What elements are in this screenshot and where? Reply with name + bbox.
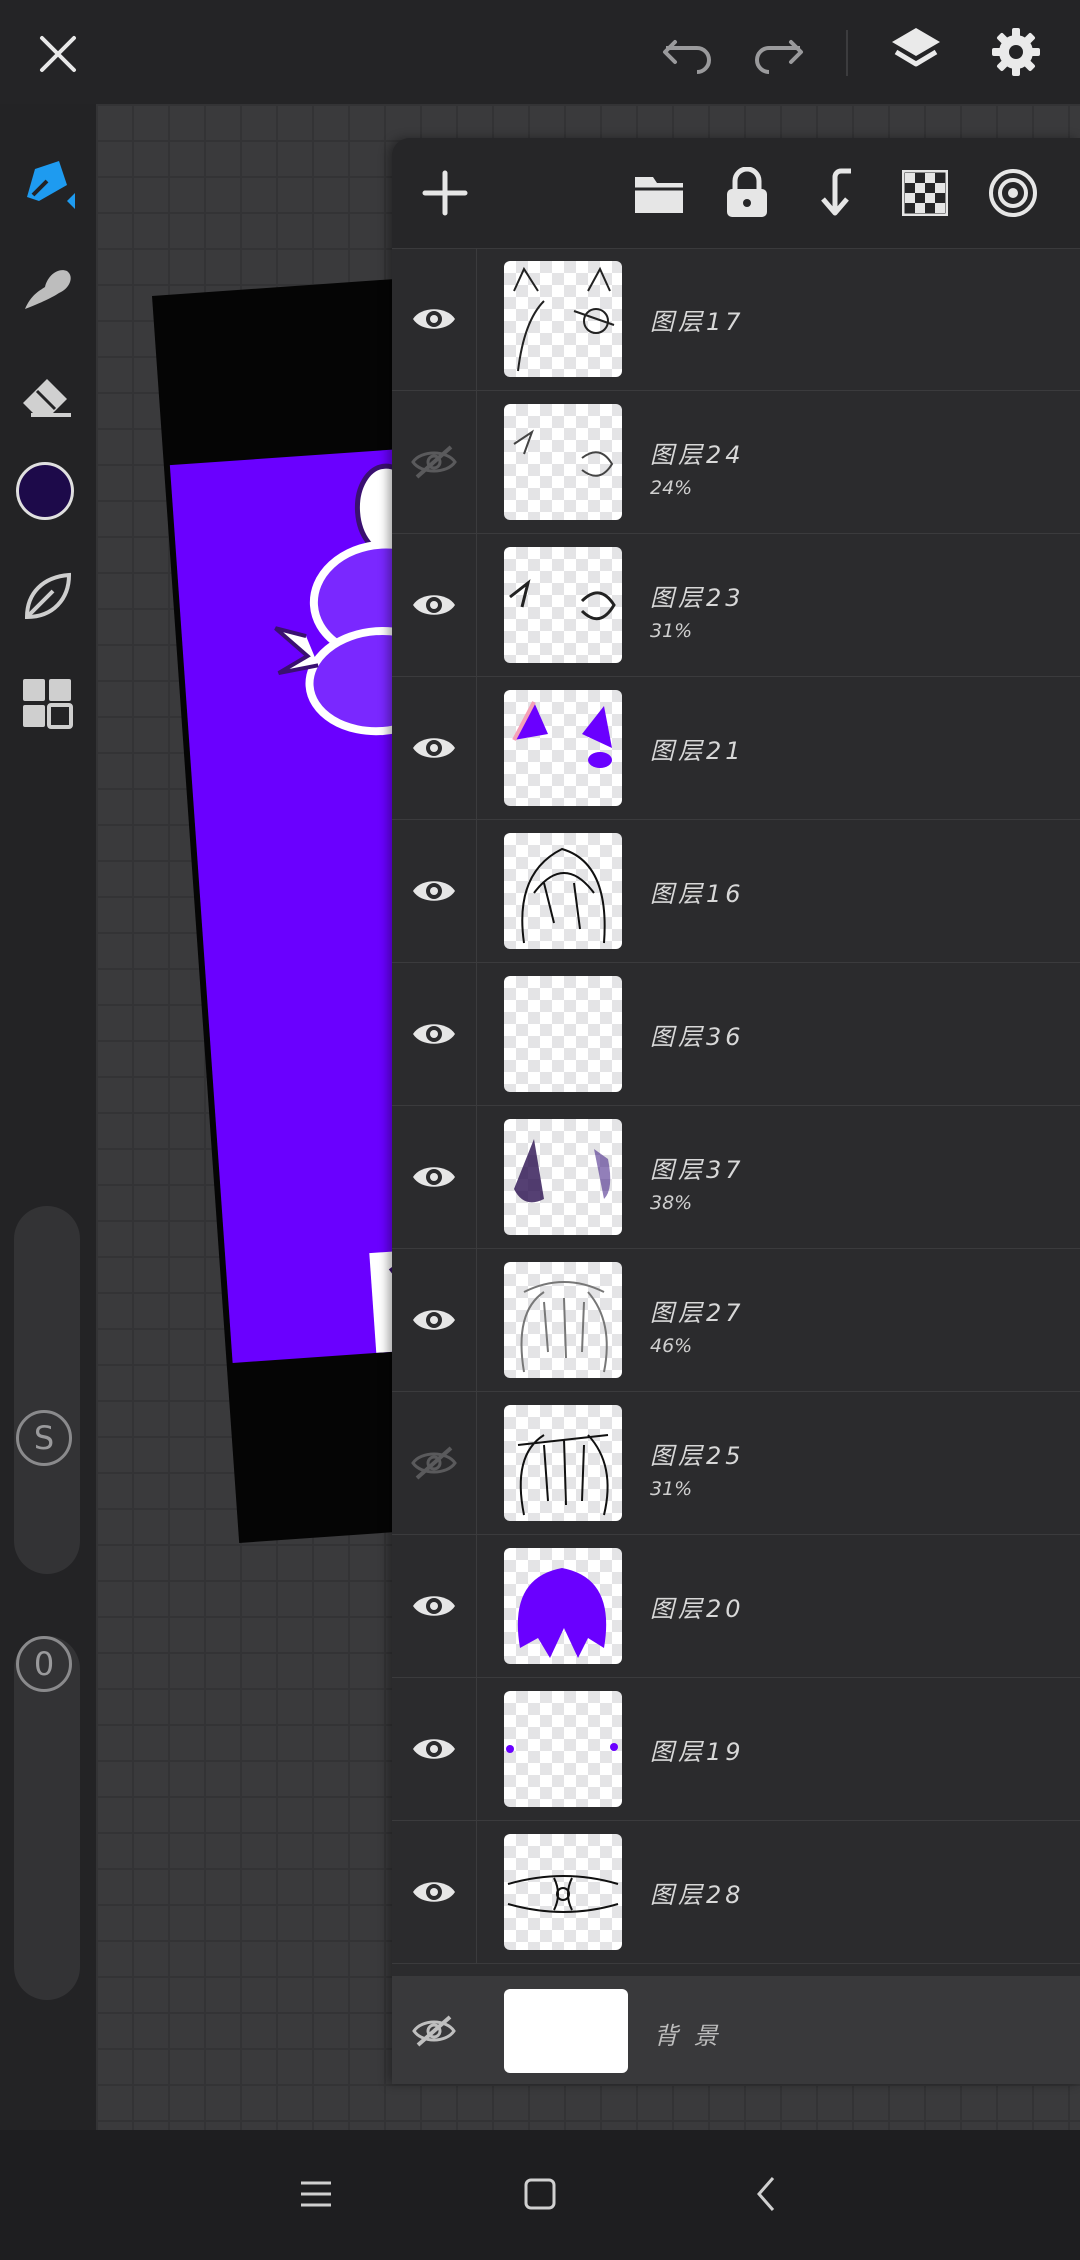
layer-name: 图层19 [650, 1738, 745, 1766]
layer-thumbnail [504, 404, 622, 520]
layer-name: 图层23 [650, 584, 745, 612]
layer-name: 图层17 [650, 308, 745, 336]
layers-panel: 图层17 图层24 24% 图层23 31% 图层21 图层16 图层36 图层37 38% 图层2… [392, 138, 1080, 2084]
color-swatch[interactable] [16, 462, 74, 520]
eraser-icon[interactable] [14, 360, 80, 426]
layer-thumbnail [504, 261, 622, 377]
layer-name: 图层16 [650, 880, 745, 908]
blend-target-icon[interactable] [980, 160, 1046, 226]
layer-row[interactable]: 图层27 46% [392, 1249, 1080, 1392]
layer-thumbnail [504, 976, 622, 1092]
layer-thumbnail [504, 1405, 622, 1521]
layer-row[interactable]: 图层16 [392, 820, 1080, 963]
recent-apps-icon[interactable] [286, 2168, 346, 2220]
layer-name: 图层36 [650, 1023, 745, 1051]
visibility-eye-icon[interactable] [392, 1821, 477, 1963]
settings-gear-icon[interactable] [984, 22, 1048, 82]
layer-row[interactable]: 图层36 [392, 963, 1080, 1106]
layer-name: 图层28 [650, 1881, 745, 1909]
layer-name: 图层25 [650, 1442, 745, 1470]
back-icon[interactable] [736, 2168, 796, 2220]
layer-name: 图层24 [650, 441, 745, 469]
layer-row[interactable]: 图层28 [392, 1821, 1080, 1964]
system-nav-bar [0, 2130, 1080, 2260]
redo-icon[interactable] [746, 26, 810, 82]
visibility-eye-icon[interactable] [392, 1535, 477, 1677]
layer-row[interactable]: 图层37 38% [392, 1106, 1080, 1249]
toolbar-divider [846, 30, 848, 76]
brush-pen-icon[interactable] [14, 148, 80, 214]
visibility-eye-icon[interactable] [392, 1249, 477, 1391]
background-layer-name: 背 景 [654, 2022, 722, 2050]
leaf-stroke-icon[interactable] [14, 564, 80, 630]
merge-down-icon[interactable] [804, 160, 870, 226]
hidden-eye-icon[interactable] [392, 391, 477, 533]
visibility-eye-icon[interactable] [392, 963, 477, 1105]
visibility-eye-icon[interactable] [392, 248, 477, 390]
layers-panel-toolbar [392, 138, 1080, 249]
grid-menu-icon[interactable] [14, 670, 80, 736]
folder-icon[interactable] [626, 160, 692, 226]
layer-row[interactable]: 图层24 24% [392, 391, 1080, 534]
lock-icon[interactable] [714, 160, 780, 226]
close-icon[interactable] [28, 28, 88, 80]
layer-thumbnail [504, 833, 622, 949]
smudge-icon[interactable] [14, 254, 80, 320]
layer-opacity: 46% [650, 1335, 693, 1357]
hidden-eye-icon[interactable] [392, 1392, 477, 1534]
layer-opacity: 31% [650, 1478, 693, 1500]
layer-row[interactable]: 图层23 31% [392, 534, 1080, 677]
brush-size-label: S [16, 1410, 72, 1466]
layer-name: 图层21 [650, 737, 745, 765]
layer-thumbnail [504, 547, 622, 663]
layer-name: 图层20 [650, 1595, 745, 1623]
visibility-eye-icon[interactable] [392, 534, 477, 676]
layer-opacity: 38% [650, 1192, 693, 1214]
background-thumbnail [504, 1989, 628, 2073]
hidden-eye-icon[interactable] [392, 1976, 476, 2084]
undo-icon[interactable] [656, 26, 720, 82]
layer-thumbnail [504, 690, 622, 806]
layer-thumbnail [504, 1119, 622, 1235]
add-layer-icon[interactable] [412, 160, 478, 226]
layer-thumbnail [504, 1691, 622, 1807]
layer-name: 图层27 [650, 1299, 745, 1327]
top-toolbar [0, 0, 1080, 104]
visibility-eye-icon[interactable] [392, 820, 477, 962]
layers-icon[interactable] [884, 22, 948, 82]
layer-row[interactable]: 图层19 [392, 1678, 1080, 1821]
layer-thumbnail [504, 1262, 622, 1378]
layer-name: 图层37 [650, 1156, 745, 1184]
visibility-eye-icon[interactable] [392, 677, 477, 819]
layer-thumbnail [504, 1834, 622, 1950]
layer-row[interactable]: 图层21 [392, 677, 1080, 820]
layer-row[interactable]: 图层25 31% [392, 1392, 1080, 1535]
home-icon[interactable] [510, 2168, 570, 2220]
left-toolbar: S 0 [0, 104, 96, 2130]
layer-row[interactable]: 图层17 [392, 248, 1080, 391]
layer-thumbnail [504, 1548, 622, 1664]
visibility-eye-icon[interactable] [392, 1106, 477, 1248]
brush-size-slider[interactable] [14, 1206, 80, 1574]
layer-opacity: 31% [650, 620, 693, 642]
background-layer-row[interactable]: 背 景 [392, 1976, 1080, 2084]
layer-row[interactable]: 图层20 [392, 1535, 1080, 1678]
layer-opacity: 24% [650, 477, 693, 499]
opacity-label: 0 [16, 1636, 72, 1692]
visibility-eye-icon[interactable] [392, 1678, 477, 1820]
transparency-checker-icon[interactable] [892, 160, 958, 226]
